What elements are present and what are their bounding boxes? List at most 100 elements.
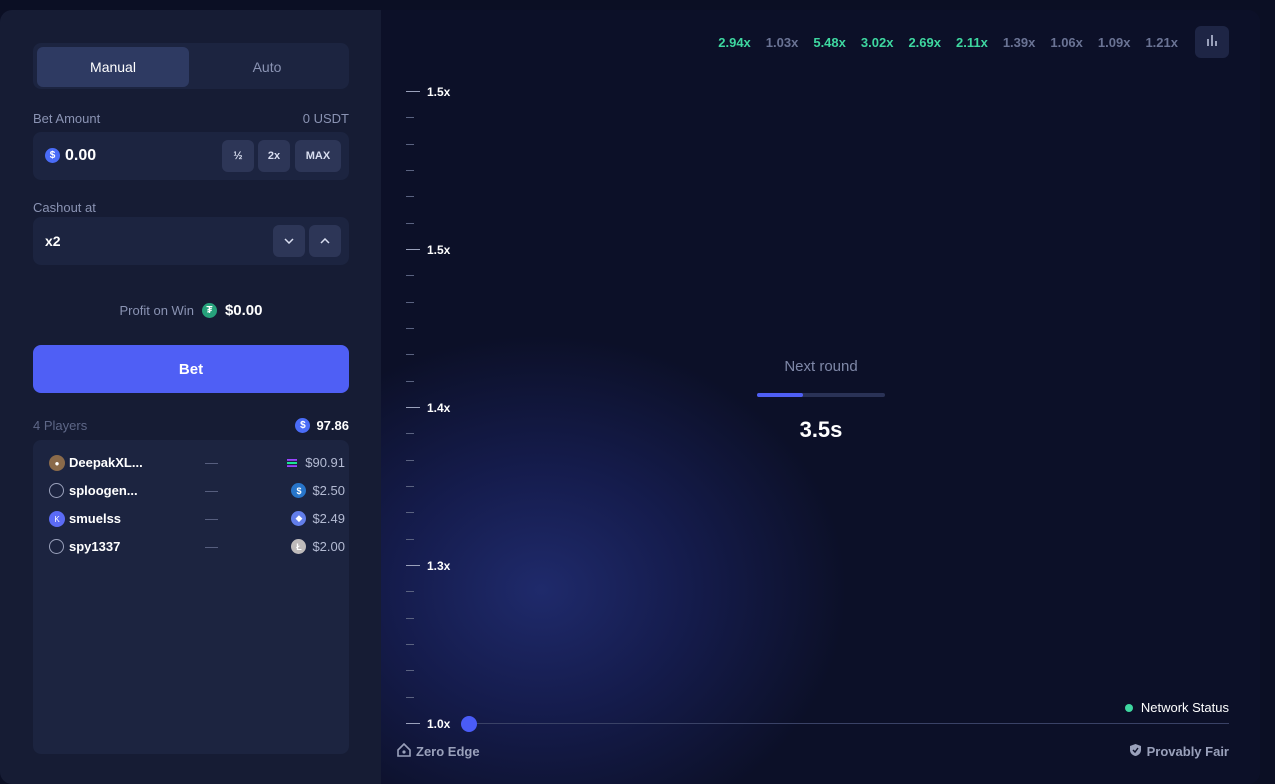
history-multiplier[interactable]: 5.48x xyxy=(813,35,846,50)
shield-icon xyxy=(1129,743,1142,760)
history-multiplier[interactable]: 1.03x xyxy=(766,35,799,50)
chevron-down-icon[interactable] xyxy=(273,225,305,257)
zero-edge-label: Zero Edge xyxy=(416,744,480,759)
y-axis-label: 1.5x xyxy=(427,85,451,99)
players-total: $ 97.86 xyxy=(295,418,349,433)
profit-label: Profit on Win xyxy=(119,303,194,318)
tab-auto[interactable]: Auto xyxy=(191,47,343,87)
player-name: DeepakXL... xyxy=(69,455,143,470)
double-bet-button[interactable]: 2x xyxy=(258,140,290,172)
player-name: spy1337 xyxy=(69,539,121,554)
history-multiplier[interactable]: 2.94x xyxy=(718,35,751,50)
bet-amount-label: Bet Amount xyxy=(33,111,101,126)
dollar-coin-icon: $ xyxy=(295,418,311,433)
player-multiplier: — xyxy=(205,455,218,470)
y-axis-label: 1.5x xyxy=(427,243,451,257)
countdown: 3.5s xyxy=(799,417,843,442)
game-area: 2.94x 1.03x 5.48x 3.02x 2.69x 2.11x 1.39x 1.06x… xyxy=(381,10,1260,784)
usdc-icon: $ xyxy=(291,483,307,498)
history-multiplier[interactable]: 1.39x xyxy=(1003,35,1036,50)
y-axis-tick xyxy=(406,565,420,566)
y-axis-tick xyxy=(406,486,414,487)
bet-amount-field[interactable]: $ 0.00 ½ 2x MAX xyxy=(33,132,349,180)
list-item[interactable]: sploogen... — $ $2.50 xyxy=(33,480,349,502)
y-axis-tick xyxy=(406,381,414,382)
user-icon xyxy=(49,539,64,554)
players-header: 4 Players $ 97.86 xyxy=(33,417,349,435)
tab-manual[interactable]: Manual xyxy=(37,47,189,87)
rocket-dot xyxy=(461,716,477,732)
history-multiplier[interactable]: 2.11x xyxy=(956,35,988,50)
tether-icon: ₮ xyxy=(201,303,217,318)
next-round-progress-fill xyxy=(757,393,804,397)
history-multiplier[interactable]: 1.09x xyxy=(1098,35,1131,50)
provably-fair-link[interactable]: Provably Fair xyxy=(1129,743,1229,760)
player-amount: Ł $2.00 xyxy=(291,539,345,554)
y-axis-tick xyxy=(406,249,420,250)
list-item[interactable]: K smuelss — ◆ $2.49 xyxy=(33,508,349,530)
y-axis-tick xyxy=(406,302,414,303)
cashout-field[interactable]: x2 xyxy=(33,217,349,265)
player-amount: $ $2.50 xyxy=(291,483,345,498)
players-count: 4 Players xyxy=(33,418,88,433)
y-axis-tick xyxy=(406,275,414,276)
profit-on-win: Profit on Win ₮ $0.00 xyxy=(33,302,349,319)
y-axis-tick xyxy=(406,512,414,513)
player-amount-value: $90.91 xyxy=(305,455,345,470)
user-icon xyxy=(49,483,64,498)
next-round-label: Next round xyxy=(784,358,858,375)
y-axis-tick xyxy=(406,618,414,619)
half-bet-button[interactable]: ½ xyxy=(222,140,254,172)
history-multiplier[interactable]: 1.06x xyxy=(1050,35,1083,50)
solana-icon xyxy=(284,455,299,470)
max-bet-button[interactable]: MAX xyxy=(295,140,341,172)
balance-label: 0 USDT xyxy=(302,111,349,126)
y-axis-tick xyxy=(406,328,414,329)
stats-button[interactable] xyxy=(1195,26,1229,58)
y-axis-label: 1.0x xyxy=(427,717,451,731)
y-axis-label: 1.4x xyxy=(427,401,451,415)
y-axis-tick xyxy=(406,539,414,540)
player-amount-value: $2.00 xyxy=(312,539,345,554)
baseline xyxy=(476,723,1229,724)
y-axis-tick xyxy=(406,117,414,118)
y-axis-tick xyxy=(406,670,414,671)
player-amount: ◆ $2.49 xyxy=(291,511,345,526)
history-multiplier[interactable]: 2.69x xyxy=(908,35,941,50)
y-axis-tick xyxy=(406,223,414,224)
y-axis-tick xyxy=(406,644,414,645)
player-multiplier: — xyxy=(205,483,218,498)
zero-edge-link[interactable]: Zero Edge xyxy=(397,742,480,760)
y-axis-tick xyxy=(406,697,414,698)
y-axis-tick xyxy=(406,433,414,434)
y-axis-tick xyxy=(406,407,420,408)
player-amount-value: $2.49 xyxy=(312,511,345,526)
y-axis-tick xyxy=(406,91,420,92)
history-multiplier[interactable]: 1.21x xyxy=(1145,35,1178,50)
chevron-up-icon[interactable] xyxy=(309,225,341,257)
player-multiplier: — xyxy=(205,539,218,554)
list-item[interactable]: spy1337 — Ł $2.00 xyxy=(33,536,349,558)
dollar-coin-icon: $ xyxy=(45,148,60,163)
list-item[interactable]: ● DeepakXL... — $90.91 xyxy=(33,452,349,474)
crash-game-window: Manual Auto Bet Amount 0 USDT $ 0.00 ½ 2… xyxy=(0,10,1260,784)
mode-tabs: Manual Auto xyxy=(33,43,349,89)
player-amount: $90.91 xyxy=(284,455,345,470)
profit-value: $0.00 xyxy=(224,302,263,319)
cashout-input[interactable]: x2 xyxy=(45,233,61,249)
player-name: smuelss xyxy=(69,511,122,526)
players-list: ● DeepakXL... — $90.91 sploogen... — $ $… xyxy=(33,440,349,754)
cashout-label: Cashout at xyxy=(33,200,96,215)
bet-button[interactable]: Bet xyxy=(33,345,349,393)
avatar: ● xyxy=(49,455,65,471)
bar-chart-icon xyxy=(1205,33,1219,52)
y-axis-tick xyxy=(406,591,414,592)
player-multiplier: — xyxy=(205,511,218,526)
bet-amount-input[interactable]: 0.00 xyxy=(65,147,96,165)
network-status[interactable]: Network Status xyxy=(1124,700,1229,715)
player-name: sploogen... xyxy=(69,483,138,498)
y-axis-tick xyxy=(406,460,414,461)
history-multiplier[interactable]: 3.02x xyxy=(861,35,894,50)
y-axis-tick xyxy=(406,170,414,171)
next-round-progress xyxy=(757,393,885,397)
